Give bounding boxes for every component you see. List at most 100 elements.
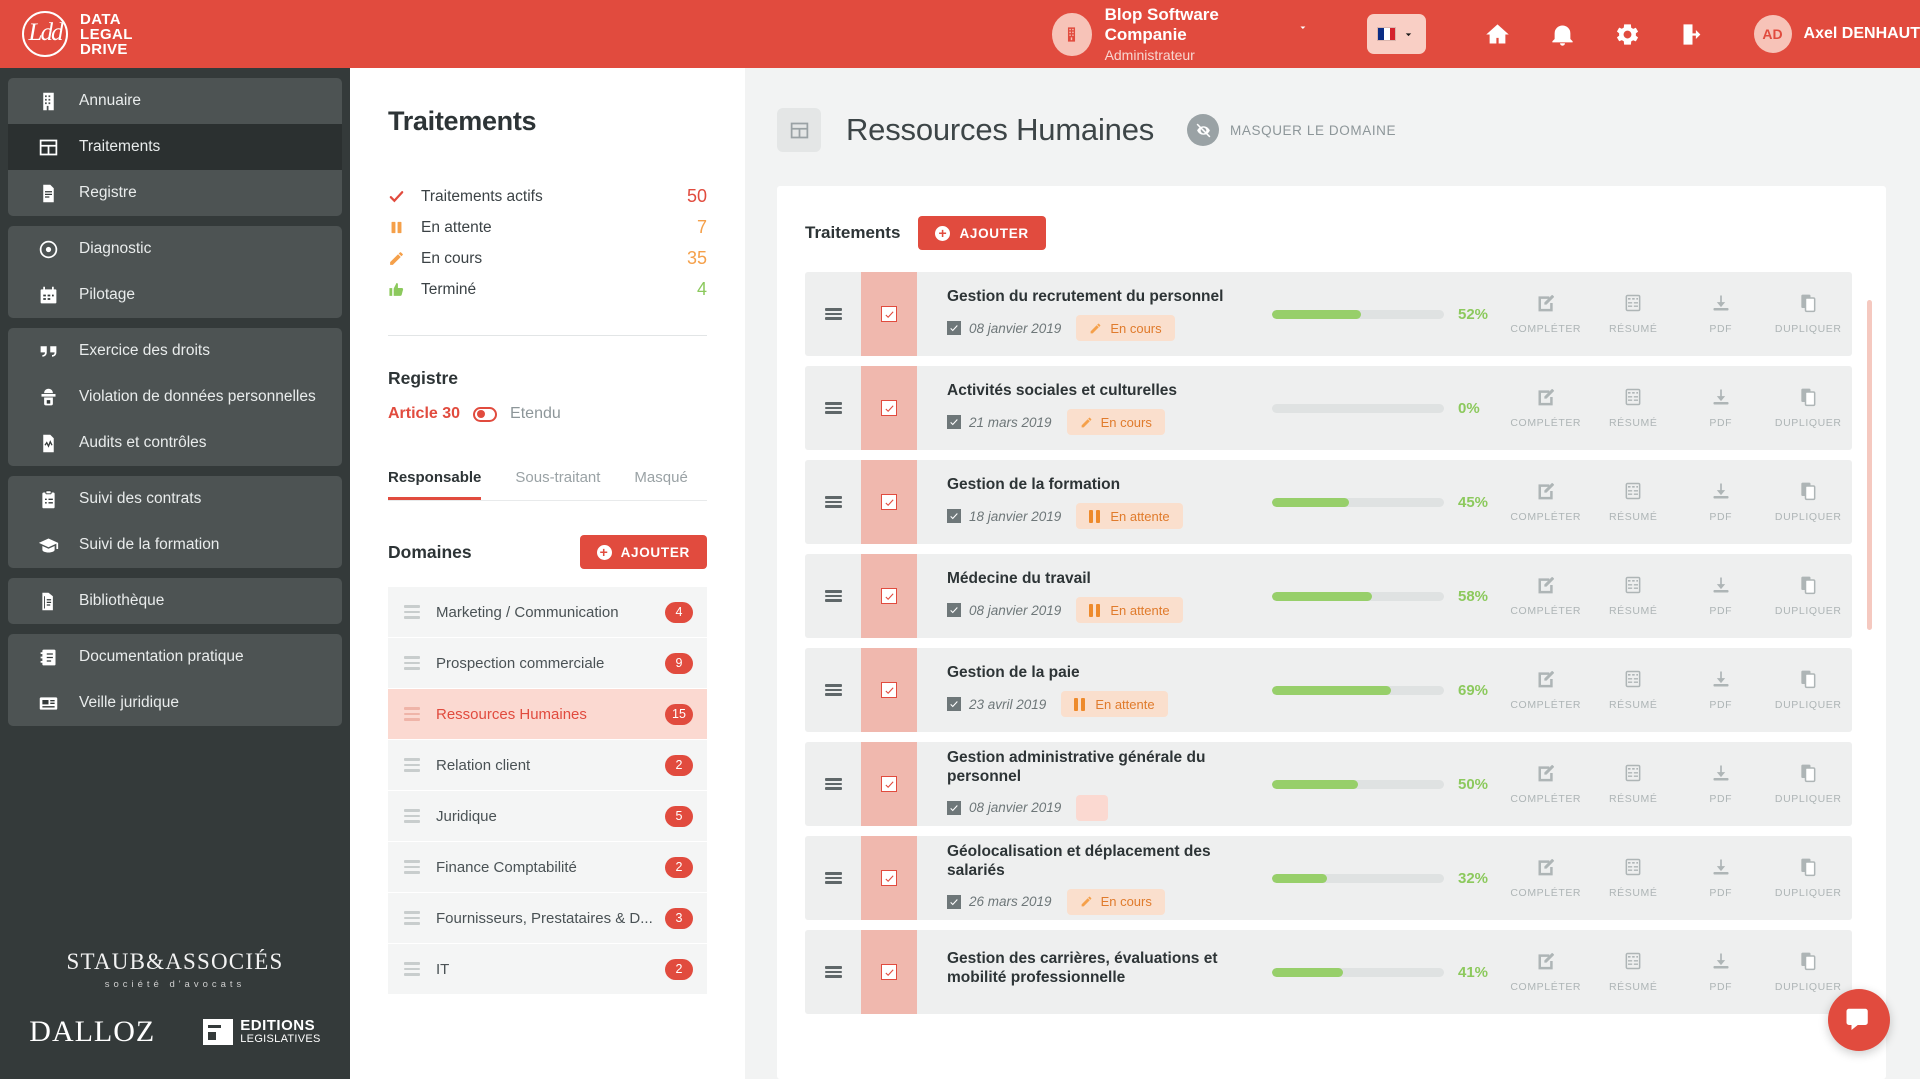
sidebar-item-violation-de-donn-es-personnelles[interactable]: Violation de données personnelles (8, 374, 342, 420)
action-pdf[interactable]: PDF (1679, 575, 1763, 617)
row-select-cell[interactable] (861, 554, 917, 638)
row-checkbox[interactable] (881, 870, 897, 886)
sidebar-item-documentation-pratique[interactable]: Documentation pratique (8, 634, 342, 680)
action-dupliquer[interactable]: DUPLIQUER (1766, 481, 1850, 523)
action-r-sum-[interactable]: RÉSUMÉ (1591, 951, 1675, 993)
table-row[interactable]: Gestion de la paie 23 avril 2019 En atten… (805, 648, 1852, 732)
sidebar-item-registre[interactable]: Registre (8, 170, 342, 216)
sidebar-item-pilotage[interactable]: Pilotage (8, 272, 342, 318)
checkbox-icon[interactable] (947, 603, 961, 617)
registre-toggle[interactable] (473, 406, 498, 422)
action-dupliquer[interactable]: DUPLIQUER (1766, 857, 1850, 899)
checkbox-icon[interactable] (947, 321, 961, 335)
action-dupliquer[interactable]: DUPLIQUER (1766, 763, 1850, 805)
row-select-cell[interactable] (861, 930, 917, 1014)
table-row[interactable]: Gestion administrative générale du perso… (805, 742, 1852, 826)
domaine-item[interactable]: Juridique 5 (388, 791, 707, 841)
drag-handle-icon[interactable] (404, 758, 420, 772)
row-select-cell[interactable] (861, 648, 917, 732)
domaine-item[interactable]: Marketing / Communication 4 (388, 587, 707, 637)
domaine-item[interactable]: Prospection commerciale 9 (388, 638, 707, 688)
domaine-item[interactable]: Fournisseurs, Prestataires & D... 3 (388, 893, 707, 943)
registre-etendu-option[interactable]: Etendu (510, 405, 561, 423)
drag-handle-icon[interactable] (404, 962, 420, 976)
action-dupliquer[interactable]: DUPLIQUER (1766, 669, 1850, 711)
action-pdf[interactable]: PDF (1679, 293, 1763, 335)
row-checkbox[interactable] (881, 306, 897, 322)
table-row[interactable]: Gestion de la formation 18 janvier 2019 E… (805, 460, 1852, 544)
action-pdf[interactable]: PDF (1679, 669, 1763, 711)
drag-handle-icon[interactable] (404, 860, 420, 874)
checkbox-icon[interactable] (947, 800, 961, 815)
action-compl-ter[interactable]: COMPLÉTER (1504, 763, 1588, 805)
action-r-sum-[interactable]: RÉSUMÉ (1591, 669, 1675, 711)
checkbox-icon[interactable] (947, 894, 961, 909)
checkbox-icon[interactable] (947, 509, 961, 523)
exit-icon[interactable] (1679, 21, 1706, 48)
drag-handle-icon[interactable] (404, 707, 420, 721)
drag-handle-icon[interactable] (404, 911, 420, 925)
action-pdf[interactable]: PDF (1679, 763, 1763, 805)
sidebar-item-audits-et-contr-les[interactable]: Audits et contrôles (8, 420, 342, 466)
sidebar-item-diagnostic[interactable]: Diagnostic (8, 226, 342, 272)
drag-handle-icon[interactable] (404, 656, 420, 670)
sidebar-item-suivi-des-contrats[interactable]: Suivi des contrats (8, 476, 342, 522)
tab-masqu-[interactable]: Masqué (634, 469, 687, 500)
chevron-down-icon[interactable] (1402, 28, 1415, 41)
grid-view-button[interactable] (777, 108, 821, 152)
table-row[interactable]: Médecine du travail 08 janvier 2019 En at… (805, 554, 1852, 638)
sidebar-item-exercice-des-droits[interactable]: Exercice des droits (8, 328, 342, 374)
app-logo[interactable]: Ldd DATA LEGAL DRIVE (0, 11, 322, 57)
chevron-down-icon[interactable] (1297, 19, 1309, 32)
row-drag-handle[interactable] (805, 742, 861, 826)
action-compl-ter[interactable]: COMPLÉTER (1504, 575, 1588, 617)
drag-handle-icon[interactable] (404, 605, 420, 619)
row-drag-handle[interactable] (805, 930, 861, 1014)
row-select-cell[interactable] (861, 460, 917, 544)
action-pdf[interactable]: PDF (1679, 387, 1763, 429)
tab-sous-traitant[interactable]: Sous-traitant (515, 469, 600, 500)
row-select-cell[interactable] (861, 742, 917, 826)
action-r-sum-[interactable]: RÉSUMÉ (1591, 763, 1675, 805)
language-selector[interactable] (1366, 14, 1426, 54)
row-select-cell[interactable] (861, 836, 917, 920)
domaine-item[interactable]: Finance Comptabilité 2 (388, 842, 707, 892)
row-drag-handle[interactable] (805, 460, 861, 544)
action-compl-ter[interactable]: COMPLÉTER (1504, 951, 1588, 993)
row-checkbox[interactable] (881, 776, 897, 792)
action-pdf[interactable]: PDF (1679, 951, 1763, 993)
action-compl-ter[interactable]: COMPLÉTER (1504, 387, 1588, 429)
registre-article30-option[interactable]: Article 30 (388, 405, 460, 423)
action-r-sum-[interactable]: RÉSUMÉ (1591, 387, 1675, 429)
action-r-sum-[interactable]: RÉSUMÉ (1591, 481, 1675, 523)
action-compl-ter[interactable]: COMPLÉTER (1504, 669, 1588, 711)
domaine-item[interactable]: IT 2 (388, 944, 707, 994)
action-r-sum-[interactable]: RÉSUMÉ (1591, 575, 1675, 617)
action-dupliquer[interactable]: DUPLIQUER (1766, 293, 1850, 335)
row-select-cell[interactable] (861, 272, 917, 356)
row-drag-handle[interactable] (805, 554, 861, 638)
sidebar-item-biblioth-que[interactable]: Bibliothèque (8, 578, 342, 624)
row-drag-handle[interactable] (805, 836, 861, 920)
action-dupliquer[interactable]: DUPLIQUER (1766, 575, 1850, 617)
user-menu[interactable]: AD Axel DENHAUT (1753, 15, 1920, 53)
add-domaine-button[interactable]: + AJOUTER (579, 535, 707, 569)
row-checkbox[interactable] (881, 400, 897, 416)
action-r-sum-[interactable]: RÉSUMÉ (1591, 293, 1675, 335)
action-dupliquer[interactable]: DUPLIQUER (1766, 951, 1850, 993)
row-checkbox[interactable] (881, 964, 897, 980)
checkbox-icon[interactable] (947, 415, 961, 429)
sidebar-item-annuaire[interactable]: Annuaire (8, 78, 342, 124)
table-row[interactable]: Géolocalisation et déplacement des salar… (805, 836, 1852, 920)
domaine-item[interactable]: Ressources Humaines 15 (388, 689, 707, 739)
bell-icon[interactable] (1549, 21, 1576, 48)
action-dupliquer[interactable]: DUPLIQUER (1766, 387, 1850, 429)
row-drag-handle[interactable] (805, 366, 861, 450)
gear-icon[interactable] (1614, 21, 1641, 48)
row-checkbox[interactable] (881, 588, 897, 604)
row-drag-handle[interactable] (805, 272, 861, 356)
table-row[interactable]: Gestion du recrutement du personnel 08 j… (805, 272, 1852, 356)
add-treatment-button[interactable]: + AJOUTER (918, 216, 1046, 250)
action-pdf[interactable]: PDF (1679, 857, 1763, 899)
organization-selector[interactable]: Blop Software Companie Administrateur (1052, 5, 1309, 63)
